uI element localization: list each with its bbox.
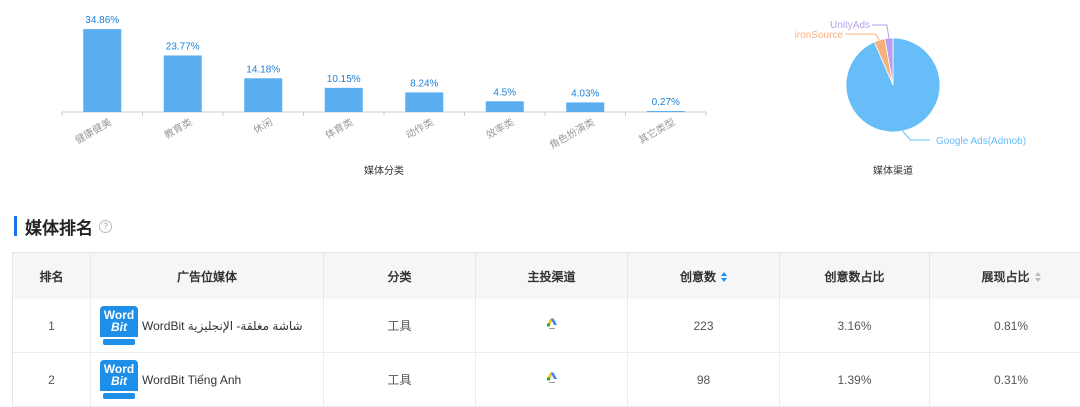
x-tick-label: 效率类 [484, 115, 516, 141]
header-media: 广告位媒体 [91, 253, 324, 300]
cell-media[interactable]: Word Bit WordBit شاشة مغلقة- الإنجليزية [91, 299, 324, 353]
sort-icon[interactable] [721, 272, 727, 282]
header-impression-share[interactable]: 展现占比 [930, 253, 1080, 300]
x-tick-label: 其它类型 [636, 115, 677, 146]
media-name[interactable]: WordBit Tiếng Anh [142, 373, 241, 387]
bar [486, 101, 524, 112]
bar-value-label: 14.18% [246, 64, 280, 75]
header-category: 分类 [324, 253, 476, 300]
wordbit-app-icon[interactable]: Word Bit [100, 306, 138, 346]
pie-label: Google Ads(Admob) [936, 136, 1026, 147]
bar-value-label: 23.77% [166, 41, 200, 52]
bar-value-label: 34.86% [85, 15, 119, 26]
pie-leader-line [903, 131, 930, 140]
bar [566, 102, 604, 112]
header-impression-share-label: 展现占比 [981, 270, 1029, 284]
x-tick-label: 角色扮演类 [547, 115, 597, 151]
cell-creatives: 223 [628, 299, 780, 353]
section-accent-bar [14, 216, 17, 236]
cell-channel [476, 299, 628, 353]
cell-category: 工具 [324, 299, 476, 353]
cell-impression-share: 0.31% [930, 353, 1080, 407]
cell-creative-share: 3.16% [780, 299, 930, 353]
header-channel: 主投渠道 [476, 253, 628, 300]
media-ranking-table: 排名 广告位媒体 分类 主投渠道 创意数 创意数占比 展现占比 1 Word B… [12, 252, 1080, 407]
bar [405, 92, 443, 112]
pie-title: 媒体渠道 [873, 164, 913, 177]
sort-icon[interactable] [1035, 272, 1041, 282]
x-tick-label: 教育类 [162, 115, 194, 141]
bar-value-label: 4.03% [571, 88, 599, 99]
x-tick-label: 休闲 [251, 115, 275, 136]
bar [164, 55, 202, 112]
bar [244, 78, 282, 112]
bar [83, 29, 121, 112]
pie-label: UnityAds [830, 20, 870, 31]
pie-leader-line [872, 25, 889, 38]
cell-media[interactable]: Word Bit WordBit Tiếng Anh [91, 353, 324, 407]
bar-value-label: 0.27% [652, 97, 680, 108]
cell-rank: 1 [13, 299, 91, 353]
pie-leader-line [845, 34, 879, 40]
wordbit-app-icon[interactable]: Word Bit [100, 360, 138, 400]
help-icon[interactable]: ? [99, 220, 112, 233]
x-tick-label: 健康健美 [73, 115, 114, 146]
bar-value-label: 4.5% [493, 87, 516, 98]
x-axis-title: 媒体分类 [364, 164, 404, 177]
x-tick-label: 动作类 [403, 115, 435, 141]
cell-rank: 2 [13, 353, 91, 407]
table-row[interactable]: 1 Word Bit WordBit شاشة مغلقة- الإنجليزي… [13, 299, 1080, 353]
header-creative-share: 创意数占比 [780, 253, 930, 300]
table-header-row: 排名 广告位媒体 分类 主投渠道 创意数 创意数占比 展现占比 [13, 253, 1080, 300]
cell-creatives: 98 [628, 353, 780, 407]
x-tick-label: 体育类 [323, 115, 355, 141]
bar-value-label: 8.24% [410, 78, 438, 89]
google-ads-icon [546, 317, 558, 331]
header-rank: 排名 [13, 253, 91, 300]
cell-channel [476, 353, 628, 407]
cell-category: 工具 [324, 353, 476, 407]
table-row[interactable]: 2 Word Bit WordBit Tiếng Anh 工具 [13, 353, 1080, 407]
bar-value-label: 10.15% [327, 74, 361, 85]
charts-area: 34.86% 健康健美 23.77% 教育类 14.18% 休闲 10.15% 体育类 8.24… [0, 0, 1080, 185]
cell-impression-share: 0.81% [930, 299, 1080, 353]
header-creatives[interactable]: 创意数 [628, 253, 780, 300]
section-title: 媒体排名 [25, 214, 93, 239]
cell-creative-share: 1.39% [780, 353, 930, 407]
section-header: 媒体排名 ? [14, 214, 112, 238]
bar [647, 111, 685, 112]
media-name[interactable]: WordBit شاشة مغلقة- الإنجليزية [142, 319, 303, 333]
google-ads-icon [546, 371, 558, 385]
pie-label: ironSource [795, 30, 844, 41]
bar [325, 88, 363, 112]
charts-svg: 34.86% 健康健美 23.77% 教育类 14.18% 休闲 10.15% 体育类 8.24… [0, 0, 1080, 185]
header-creatives-label: 创意数 [680, 270, 716, 284]
